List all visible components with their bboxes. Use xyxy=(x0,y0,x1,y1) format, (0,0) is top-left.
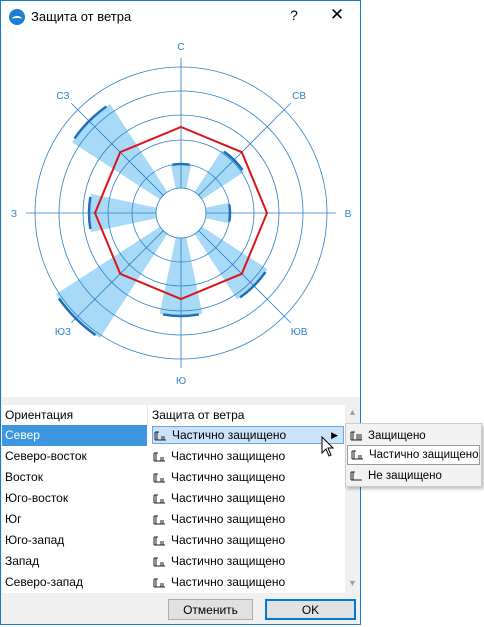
grid-spoke xyxy=(198,103,291,196)
header-separator xyxy=(147,405,148,425)
partially-protected-icon xyxy=(153,514,166,525)
protection-popup-menu: Защищено Частично защищено Не защищено xyxy=(345,423,482,487)
scroll-down-icon[interactable]: ▼ xyxy=(348,578,357,588)
orientation-cell[interactable]: Север xyxy=(2,425,147,446)
header-orientation[interactable]: Ориентация xyxy=(5,408,73,422)
protection-cell[interactable]: Частично защищено ▶ xyxy=(152,426,344,444)
protected-icon xyxy=(350,430,363,441)
table-row[interactable]: Юго-восток Частично защищено xyxy=(2,488,345,509)
orientation-cell[interactable]: Юго-запад xyxy=(2,530,147,551)
partially-protected-icon xyxy=(153,493,166,504)
app-logo-icon xyxy=(9,9,25,25)
menu-item-not-protected[interactable]: Не защищено xyxy=(347,466,480,486)
label-southeast: ЮВ xyxy=(291,327,308,338)
not-protected-icon xyxy=(350,470,363,481)
table-row[interactable]: Запад Частично защищено xyxy=(2,551,345,572)
orientation-cell[interactable]: Восток xyxy=(2,467,147,488)
protection-cell[interactable]: Частично защищено xyxy=(152,530,344,551)
label-north: С xyxy=(177,42,184,53)
table-header: Ориентация Защита от ветра xyxy=(2,405,345,425)
partially-protected-icon xyxy=(351,449,364,460)
wind-petal-rim xyxy=(228,204,232,222)
wind-protection-dialog: Защита от ветра ? ✕ С СВ В ЮВ Ю ЮЗ З СЗ Ориента… xyxy=(0,0,361,625)
table-row[interactable]: Юго-запад Частично защищено xyxy=(2,530,345,551)
table-row[interactable]: Восток Частично защищено xyxy=(2,467,345,488)
orientation-cell[interactable]: Северо-запад xyxy=(2,572,147,593)
table-row[interactable]: Север Частично защищено ▶ xyxy=(2,425,345,446)
orientation-table: Ориентация Защита от ветра Север Частично… xyxy=(2,405,360,593)
protection-value: Частично защищено xyxy=(171,554,286,568)
header-protection[interactable]: Защита от ветра xyxy=(152,408,244,422)
close-button[interactable]: ✕ xyxy=(327,5,347,25)
partially-protected-icon xyxy=(153,535,166,546)
wind-rose-panel: С СВ В ЮВ Ю ЮЗ З СЗ xyxy=(2,32,360,397)
wind-petal-rim xyxy=(172,162,190,166)
label-northwest: СЗ xyxy=(56,91,69,102)
table-row[interactable]: Северо-запад Частично защищено xyxy=(2,572,345,593)
protection-cell[interactable]: Частично защищено xyxy=(152,488,344,509)
cancel-button[interactable]: Отменить xyxy=(168,599,253,620)
table-row[interactable]: Северо-восток Частично защищено xyxy=(2,446,345,467)
protection-value: Частично защищено xyxy=(172,428,287,442)
label-west: З xyxy=(11,209,17,220)
protection-value: Частично защищено xyxy=(171,533,286,547)
partially-protected-icon xyxy=(153,472,166,483)
menu-item-label: Не защищено xyxy=(368,470,442,482)
scroll-up-icon[interactable]: ▲ xyxy=(348,407,357,417)
orientation-cell[interactable]: Юго-восток xyxy=(2,488,147,509)
window-title: Защита от ветра xyxy=(31,9,132,24)
menu-item-partially-protected[interactable]: Частично защищено xyxy=(347,445,480,465)
wind-rose-chart: С СВ В ЮВ Ю ЮЗ З СЗ xyxy=(11,42,352,387)
title-bar[interactable]: Защита от ветра ? ✕ xyxy=(1,1,360,32)
ok-button[interactable]: OK xyxy=(265,599,356,620)
orientation-cell[interactable]: Северо-восток xyxy=(2,446,147,467)
protection-cell[interactable]: Частично защищено xyxy=(152,572,344,593)
mouse-cursor-icon xyxy=(321,436,335,457)
help-button[interactable]: ? xyxy=(286,7,302,23)
label-northeast: СВ xyxy=(292,91,306,102)
protection-cell[interactable]: Частично защищено xyxy=(152,509,344,530)
protection-value: Частично защищено xyxy=(171,449,286,463)
label-south: Ю xyxy=(176,376,186,387)
menu-item-protected[interactable]: Защищено xyxy=(347,426,480,446)
partially-protected-icon xyxy=(153,451,166,462)
menu-item-label: Защищено xyxy=(368,430,426,442)
orientation-cell[interactable]: Запад xyxy=(2,551,147,572)
protection-value: Частично защищено xyxy=(171,470,286,484)
table-row[interactable]: Юг Частично защищено xyxy=(2,509,345,530)
protection-value: Частично защищено xyxy=(171,491,286,505)
partially-protected-icon xyxy=(154,430,167,441)
wind-petal-rim xyxy=(87,196,92,230)
protection-value: Частично защищено xyxy=(171,575,286,589)
partially-protected-icon xyxy=(153,577,166,588)
label-southwest: ЮЗ xyxy=(55,327,71,338)
grid-spoke xyxy=(198,230,291,323)
menu-item-label: Частично защищено xyxy=(369,449,479,461)
protection-cell[interactable]: Частично защищено xyxy=(152,467,344,488)
protection-cell[interactable]: Частично защищено xyxy=(152,446,344,467)
protection-value: Частично защищено xyxy=(171,512,286,526)
orientation-cell[interactable]: Юг xyxy=(2,509,147,530)
partially-protected-icon xyxy=(153,556,166,567)
protection-cell[interactable]: Частично защищено xyxy=(152,551,344,572)
label-east: В xyxy=(345,209,352,220)
